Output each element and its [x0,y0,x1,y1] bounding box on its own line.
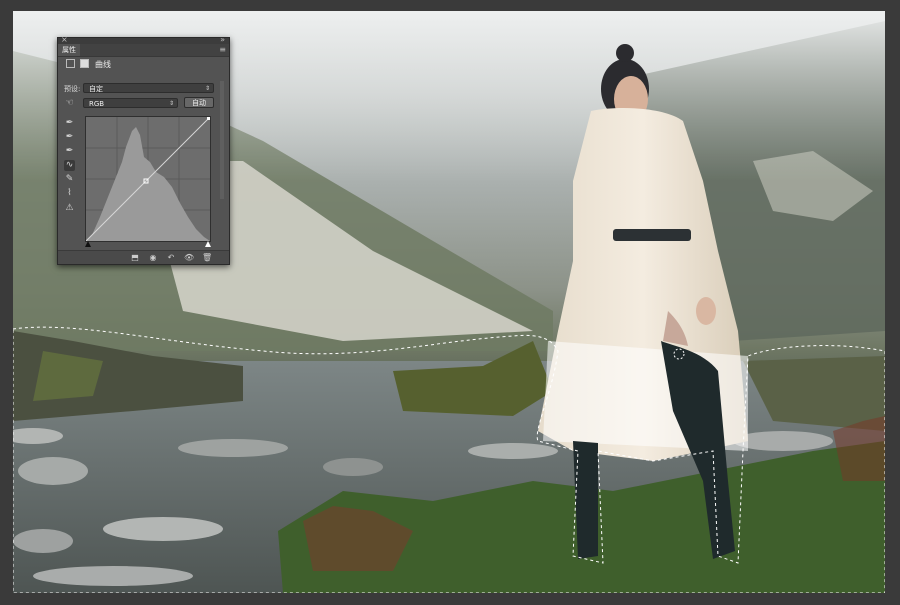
chevron-down-icon: ⇕ [204,85,210,92]
preset-select[interactable]: 自定 ⇕ [83,83,214,93]
channel-value: RGB [89,100,105,108]
curves-adjustment-icon [66,59,75,68]
sample-gray-eyedropper-icon[interactable]: ✒ [64,132,75,143]
smooth-icon[interactable]: ⌇ [64,188,75,199]
clip-to-layer-icon[interactable]: ⬒ [130,253,140,262]
panel-menu-icon[interactable]: ≡ [219,45,226,54]
tab-properties[interactable]: 属性 [58,44,80,56]
adjustment-title: 曲线 [95,60,111,69]
channel-select[interactable]: RGB ⇕ [83,98,178,108]
close-icon[interactable]: × [61,35,68,44]
panel-scrollbar[interactable] [220,81,224,199]
curve-endpoint [207,117,210,120]
view-previous-icon[interactable]: ◉ [148,253,158,262]
auto-button[interactable]: 自动 [184,97,214,108]
curve-point-icon[interactable]: ∿ [64,160,75,171]
clipping-warning-icon[interactable]: ⚠ [64,203,75,214]
collapse-icon[interactable]: » [220,35,225,44]
sample-black-eyedropper-icon[interactable]: ✒ [64,118,75,129]
panel-tabbar: 属性 ≡ [58,44,229,57]
panel-footer: ⬒ ◉ ↶ 👁 🗑 [58,250,229,264]
pencil-icon[interactable]: ✎ [64,174,75,185]
chevron-down-icon: ⇕ [168,100,174,107]
reset-icon[interactable]: ↶ [166,253,176,262]
mask-icon[interactable] [80,59,89,68]
sample-white-eyedropper-icon[interactable]: ✒ [64,146,75,157]
input-sliders[interactable] [85,241,211,247]
delete-icon[interactable]: 🗑 [202,253,212,262]
target-adjust-icon[interactable]: ☜ [64,98,75,109]
curves-graph[interactable] [85,116,211,242]
preset-label: 预设: [64,85,81,93]
toggle-visibility-icon[interactable]: 👁 [184,253,194,262]
properties-panel[interactable]: × » 属性 ≡ 曲线 预设: 自定 ⇕ ☜ RGB ⇕ 自动 ✒ ✒ ✒ ∿ … [57,35,230,265]
preset-value: 自定 [89,85,103,93]
